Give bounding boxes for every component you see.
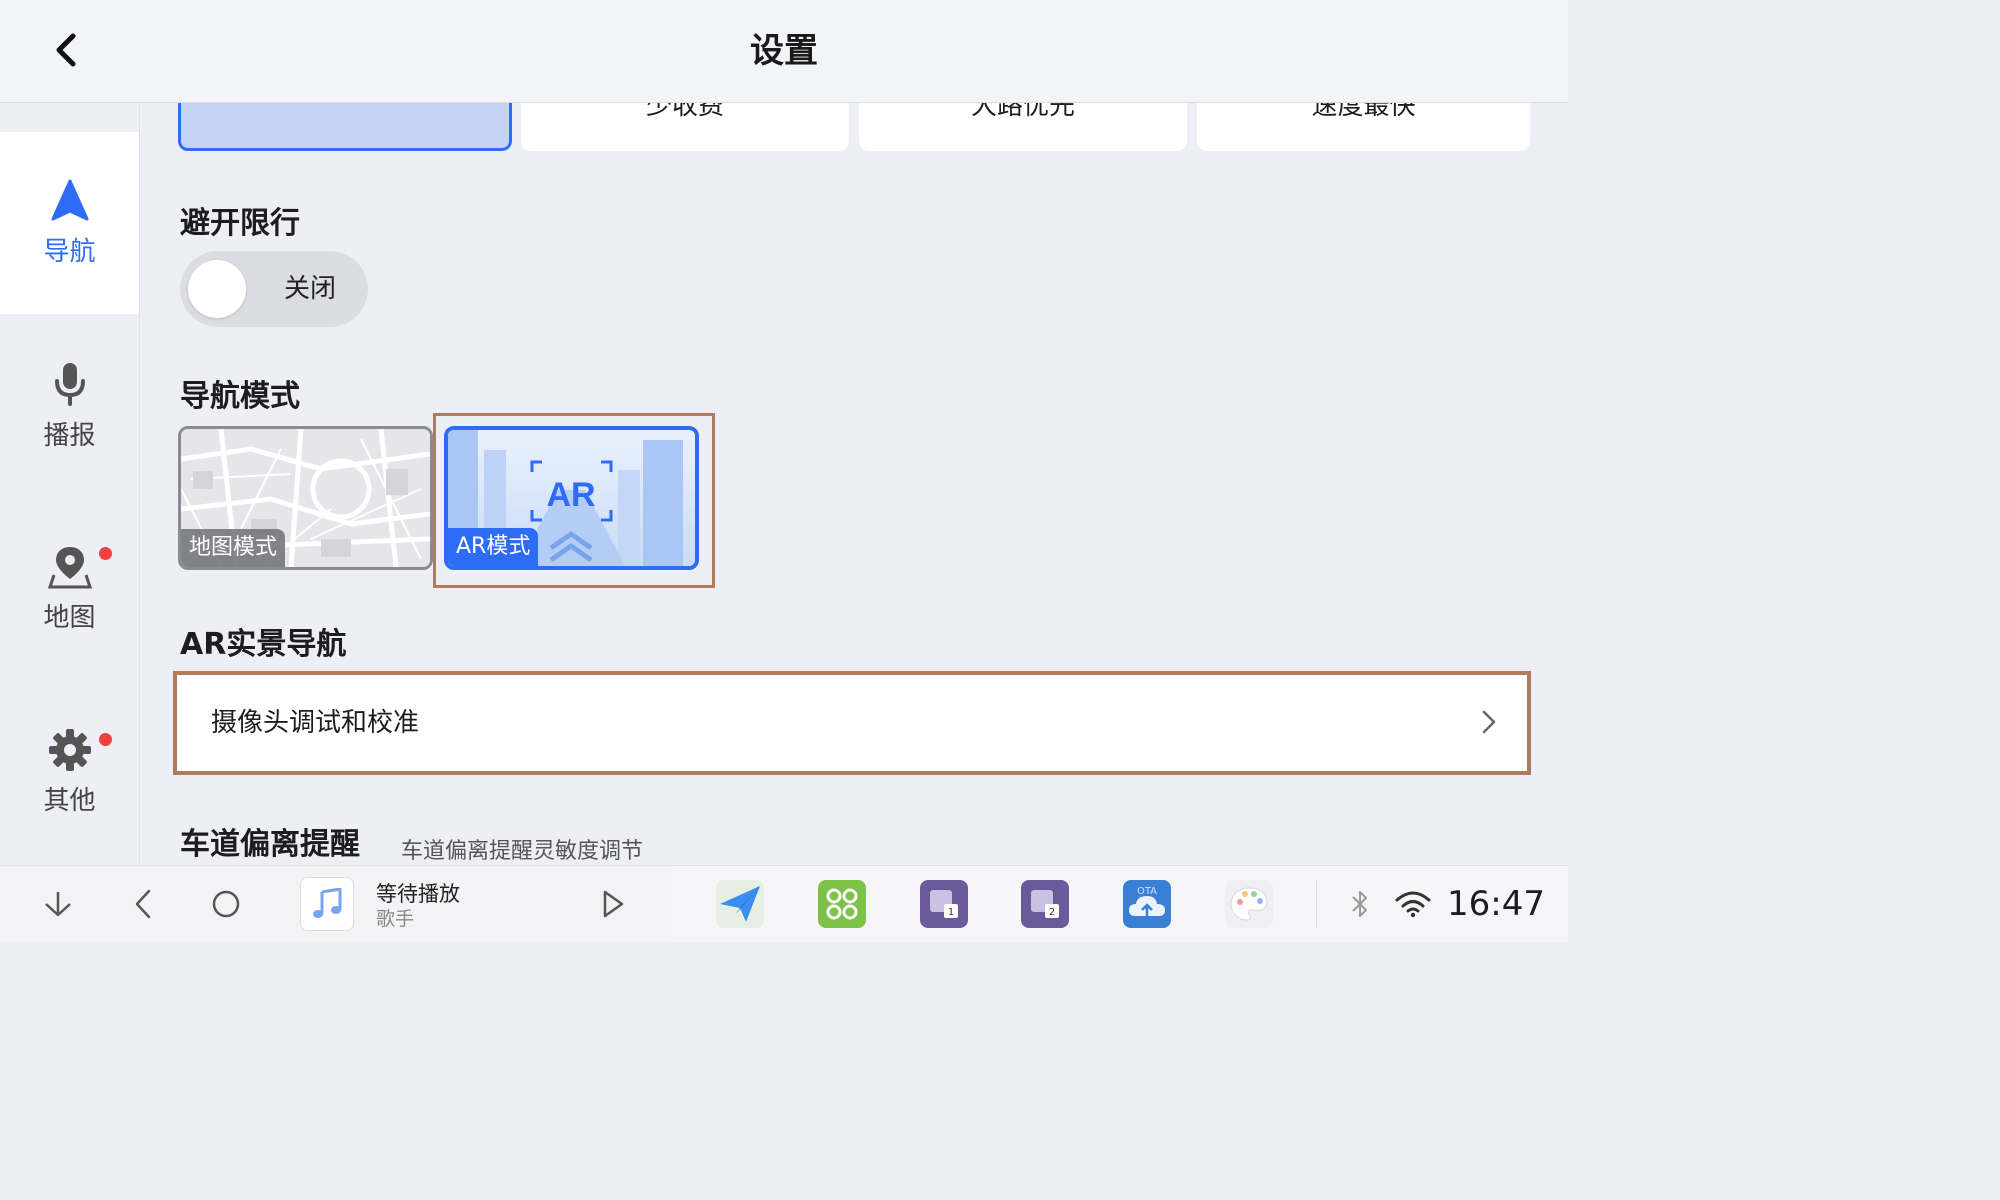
sidebar-item-other[interactable]: 其他 xyxy=(0,681,139,863)
camera-calibration-label: 摄像头调试和校准 xyxy=(211,708,420,738)
page-title: 设置 xyxy=(750,31,818,71)
paper-plane-app-icon[interactable] xyxy=(716,880,764,928)
taskbar-divider xyxy=(1316,880,1317,928)
navigation-arrow-icon xyxy=(51,179,88,220)
system-taskbar: 等待播放 歌手 1 2 OTA 16:47 xyxy=(0,865,1568,942)
camera-calibration-row[interactable]: 摄像头调试和校准 xyxy=(173,671,1531,775)
avoid-restriction-toggle[interactable]: 关闭 xyxy=(180,251,368,327)
sidebar-item-label: 导航 xyxy=(43,236,96,267)
sidebar-item-broadcast[interactable]: 播报 xyxy=(0,315,139,497)
home-circle-icon xyxy=(212,890,240,918)
gear-icon xyxy=(48,728,91,771)
ota-cloud-app-icon[interactable]: OTA xyxy=(1123,880,1171,928)
sidebar-item-label: 播报 xyxy=(43,420,96,451)
svg-text:1: 1 xyxy=(948,907,954,918)
map-mode-card[interactable]: 地图模式 xyxy=(178,426,433,570)
home-button[interactable] xyxy=(198,866,254,942)
chevron-right-icon xyxy=(1482,710,1496,734)
window-2-icon: 2 xyxy=(1031,890,1059,918)
mode-label: 地图模式 xyxy=(181,529,286,567)
toggle-knob xyxy=(188,260,246,318)
paper-plane-icon xyxy=(720,886,760,922)
svg-text:2: 2 xyxy=(1049,907,1055,918)
wifi-status[interactable] xyxy=(1390,866,1436,942)
svg-text:OTA: OTA xyxy=(1137,886,1157,897)
status-clock: 16:47 xyxy=(1447,884,1545,924)
route-pref-option-selected[interactable] xyxy=(178,103,512,151)
apps-grid-icon xyxy=(826,888,858,920)
music-album-art[interactable] xyxy=(300,877,354,931)
wifi-icon xyxy=(1395,891,1431,918)
bluetooth-icon xyxy=(1352,891,1367,917)
microphone-icon xyxy=(54,362,85,406)
route-pref-label: 少收费 xyxy=(645,103,724,121)
bluetooth-status[interactable] xyxy=(1340,866,1380,942)
lane-departure-subtitle: 车道偏离提醒灵敏度调节 xyxy=(401,839,644,864)
system-back-button[interactable] xyxy=(115,866,171,942)
music-note-icon xyxy=(313,888,342,918)
route-pref-label: 速度最快 xyxy=(1311,103,1416,121)
settings-sidebar: 导航 播报 地图 其他 xyxy=(0,103,140,865)
play-icon xyxy=(603,890,624,918)
mode-label: AR模式 xyxy=(448,528,539,566)
back-button[interactable] xyxy=(36,22,92,78)
play-button[interactable] xyxy=(585,866,641,942)
toggle-state-label: 关闭 xyxy=(284,274,337,304)
route-pref-option-fastest[interactable]: 速度最快 xyxy=(1197,103,1530,151)
cloud-upload-icon: OTA xyxy=(1129,886,1165,916)
sidebar-item-navigation[interactable]: 导航 xyxy=(0,132,139,314)
apps-grid-app-icon[interactable] xyxy=(818,880,866,928)
music-artist: 歌手 xyxy=(376,908,415,930)
collapse-button[interactable] xyxy=(30,866,86,942)
notification-badge xyxy=(99,733,112,746)
route-pref-option-less-toll[interactable]: 少收费 xyxy=(521,103,849,151)
window-1-app-icon[interactable]: 1 xyxy=(920,880,968,928)
avoid-restriction-title: 避开限行 xyxy=(180,206,300,241)
sidebar-item-map[interactable]: 地图 xyxy=(0,498,139,680)
palette-app-icon[interactable] xyxy=(1225,880,1273,928)
map-pin-icon xyxy=(47,546,92,588)
nav-mode-title: 导航模式 xyxy=(180,379,300,414)
window-1-icon: 1 xyxy=(930,890,958,918)
header-bar: 设置 xyxy=(0,0,1568,103)
ar-nav-title: AR实景导航 xyxy=(180,627,347,662)
route-pref-option-main-road[interactable]: 大路优先 xyxy=(859,103,1187,151)
notification-badge xyxy=(99,547,112,560)
sidebar-item-label: 地图 xyxy=(43,602,96,633)
back-arrow-icon xyxy=(56,33,76,67)
route-pref-label: 大路优先 xyxy=(970,103,1075,121)
back-chevron-icon xyxy=(135,889,151,919)
ar-badge-text: AR xyxy=(546,476,595,514)
lane-departure-title: 车道偏离提醒 xyxy=(180,827,360,862)
palette-icon xyxy=(1230,887,1268,921)
chevron-down-icon xyxy=(45,892,71,917)
ar-mode-card[interactable]: AR AR模式 xyxy=(444,426,699,570)
settings-content: 少收费 大路优先 速度最快 避开限行 关闭 导航模式 地图模式 AR AR模式 … xyxy=(140,103,1568,865)
window-2-app-icon[interactable]: 2 xyxy=(1021,880,1069,928)
sidebar-item-label: 其他 xyxy=(43,785,96,816)
